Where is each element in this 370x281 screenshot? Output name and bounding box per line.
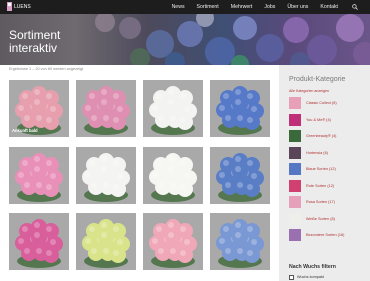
hero-banner: Sortiment interaktiv (0, 14, 370, 65)
page-title: Sortiment interaktiv (9, 29, 60, 54)
logo-text: LUENS (14, 4, 31, 10)
category-label: Greenbeauty® (4) (306, 134, 337, 138)
category-thumbnail (289, 163, 301, 175)
luens-logo[interactable]: LUENS (6, 1, 36, 12)
category-item[interactable]: Hortensia (6) (289, 146, 369, 159)
category-thumbnail (289, 113, 301, 126)
product-tile[interactable] (210, 80, 270, 137)
category-label: Weiße Sorten (8) (306, 216, 335, 221)
hydrangea-image (82, 86, 130, 135)
hydrangea-image (149, 219, 197, 268)
nav-item-news[interactable]: News (172, 4, 185, 10)
product-tile[interactable] (143, 80, 203, 137)
category-thumbnail (289, 229, 301, 241)
product-tile[interactable] (143, 147, 203, 204)
product-tile[interactable] (143, 213, 203, 270)
category-item[interactable]: Greenbeauty® (4) (289, 130, 369, 142)
category-label: Bezondere Sorten (16) (306, 233, 345, 237)
result-count: Ergebnisse 1 – 20 von 69 werden angezeig… (9, 67, 84, 71)
category-thumbnail (289, 212, 301, 225)
product-tile[interactable] (9, 213, 69, 270)
category-item[interactable]: Rote Sorten (12) (289, 179, 369, 192)
hydrangea-image (15, 219, 63, 268)
compact-growth-checkbox[interactable] (289, 275, 294, 280)
category-item[interactable]: You & Me® (4) (289, 113, 369, 126)
category-label: Classic Collect (6) (306, 101, 337, 105)
category-label: Rosa Sorten (17) (306, 200, 335, 204)
category-label: Blaue Sorten (12) (306, 167, 336, 171)
category-label: You & Me® (4) (306, 117, 331, 122)
category-item[interactable]: Bezondere Sorten (16) (289, 229, 369, 241)
compact-growth-label: Wuchs kompakt (297, 275, 324, 279)
top-navigation: LUENS News Sortiment Mehrwert Jobs Über … (0, 0, 370, 14)
nav-item-jobs[interactable]: Jobs (264, 4, 275, 10)
category-heading: Produkt-Kategorie (289, 76, 346, 83)
product-tile[interactable] (9, 147, 69, 204)
nav-item-ueber-uns[interactable]: Über uns (287, 4, 308, 10)
product-tile[interactable] (76, 213, 136, 270)
category-thumbnail (289, 146, 301, 159)
nav-item-sortiment[interactable]: Sortiment (197, 4, 219, 10)
category-item[interactable]: Classic Collect (6) (289, 97, 369, 109)
search-icon[interactable] (352, 4, 358, 10)
product-tile[interactable] (76, 147, 136, 204)
category-thumbnail (289, 196, 301, 208)
category-item[interactable]: Weiße Sorten (8) (289, 212, 369, 225)
hydrangea-image (216, 86, 264, 135)
hydrangea-image (82, 153, 130, 202)
page-title-line2: interaktiv (9, 40, 58, 55)
category-item[interactable]: Blaue Sorten (12) (289, 163, 369, 175)
category-thumbnail (289, 97, 301, 109)
hydrangea-image (15, 153, 63, 202)
hydrangea-image (149, 86, 197, 135)
sidebar: Produkt-Kategorie Alle Kategorien anzeig… (279, 65, 370, 281)
category-thumbnail (289, 179, 301, 192)
page-title-line1: Sortiment (9, 28, 61, 42)
category-item[interactable]: Rosa Sorten (17) (289, 196, 369, 208)
category-thumbnail (289, 130, 301, 142)
hydrangea-image (82, 219, 130, 268)
all-categories-link[interactable]: Alle Kategorien anzeigen (289, 89, 329, 93)
product-tile[interactable]: Ankunft bald (9, 80, 69, 137)
filter-heading: Nach Wuchs filtern (289, 264, 336, 270)
nav-item-mehrwert[interactable]: Mehrwert (231, 4, 253, 10)
hydrangea-image (216, 219, 264, 268)
product-tile[interactable] (210, 147, 270, 204)
nav-menu: News Sortiment Mehrwert Jobs Über uns Ko… (172, 0, 370, 14)
hydrangea-image (216, 153, 264, 202)
nav-item-kontakt[interactable]: Kontakt (320, 4, 338, 10)
tile-label: Ankunft bald (12, 128, 38, 133)
product-tile[interactable] (210, 213, 270, 270)
category-label: Rote Sorten (12) (306, 183, 335, 188)
category-label: Hortensia (6) (306, 150, 328, 155)
product-tile[interactable] (76, 80, 136, 137)
hydrangea-image (149, 153, 197, 202)
